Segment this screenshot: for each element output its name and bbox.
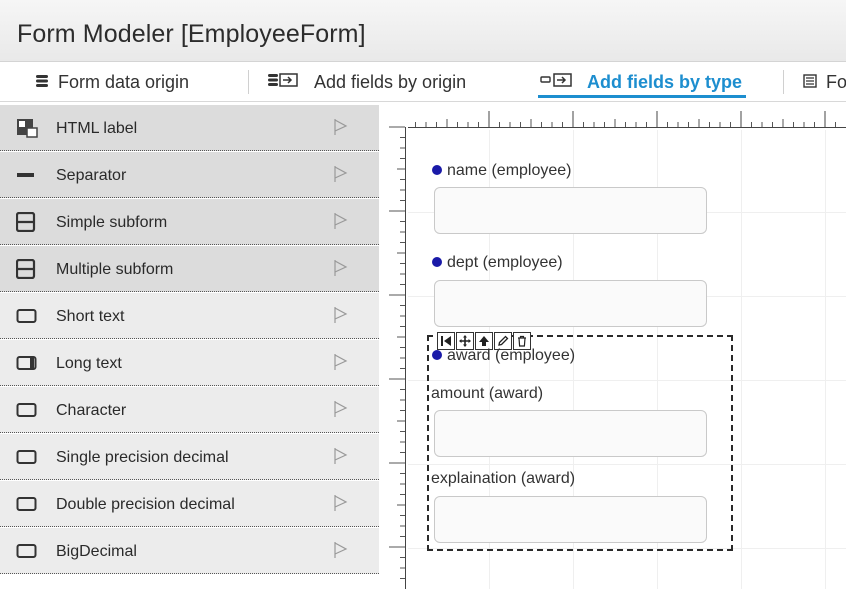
required-dot	[432, 165, 442, 175]
palette-item-short-text[interactable]: Short text	[0, 293, 379, 339]
horizontal-ruler-ticks	[404, 111, 846, 128]
title-bar: Form Modeler [EmployeeForm]	[0, 0, 846, 62]
field-label-text: dept (employee)	[447, 254, 563, 271]
tab-add-fields-by-origin[interactable]: Add fields by origin	[267, 62, 466, 102]
flag-icon	[333, 447, 349, 465]
textarea-icon	[16, 353, 38, 373]
explaination-field[interactable]	[434, 496, 707, 543]
palette-item-double-precision-decimal[interactable]: Double precision decimal	[0, 481, 379, 527]
database-add-icon	[267, 72, 305, 93]
field-label-text: award (employee)	[447, 347, 576, 364]
tab-label: Form data origin	[58, 71, 190, 92]
field-label-amount: amount (award)	[431, 385, 543, 403]
tab-add-fields-by-type[interactable]: Add fields by type	[537, 62, 747, 102]
palette-item-character[interactable]: Character	[0, 387, 379, 433]
flag-icon	[333, 259, 349, 277]
amount-field[interactable]	[434, 410, 707, 457]
flag-icon	[333, 212, 349, 230]
flag-icon	[333, 118, 349, 136]
tab-bar: Form data origin Add fields by origin Ad…	[0, 62, 846, 102]
flag-icon	[333, 353, 349, 371]
palette-item-html-label[interactable]: HTML label	[0, 105, 379, 151]
horizontal-ruler	[383, 105, 846, 130]
field-label-explaination: explaination (award)	[431, 470, 575, 488]
flag-icon	[333, 541, 349, 559]
textbox-icon	[16, 494, 38, 514]
palette-item-label: Separator	[56, 167, 127, 184]
vertical-ruler-ticks	[389, 126, 406, 589]
flag-icon	[333, 306, 349, 324]
field-label-text: amount (award)	[431, 385, 544, 402]
textbox-icon	[16, 400, 38, 420]
palette-item-multiple-subform[interactable]: Multiple subform	[0, 246, 379, 292]
palette-item-long-text[interactable]: Long text	[0, 340, 379, 386]
palette-item-label: Single precision decimal	[56, 449, 229, 466]
palette-item-label: Multiple subform	[56, 261, 174, 278]
required-dot	[432, 257, 442, 267]
palette-item-label: Double precision decimal	[56, 496, 235, 513]
field-label-text: explaination (award)	[431, 470, 576, 487]
field-label-text: name (employee)	[447, 162, 572, 179]
tab-form-data-origin[interactable]: Form data origin	[35, 62, 189, 102]
vertical-ruler	[383, 105, 408, 589]
palette-item-label: BigDecimal	[56, 543, 137, 560]
palette-item-single-precision-decimal[interactable]: Single precision decimal	[0, 434, 379, 480]
flag-icon	[333, 494, 349, 512]
palette-item-label: Character	[56, 402, 127, 419]
tab-label: Add fields by type	[587, 71, 743, 92]
palette-item-label: HTML label	[56, 120, 138, 137]
dept-field[interactable]	[434, 280, 707, 327]
form-properties-icon	[803, 72, 817, 93]
palette-item-label: Simple subform	[56, 214, 168, 231]
flag-icon	[333, 400, 349, 418]
tab-label: Fo	[826, 71, 846, 92]
tab-separator	[783, 70, 784, 94]
subform-icon	[15, 258, 38, 280]
html-label-icon	[16, 118, 38, 138]
name-field[interactable]	[434, 187, 707, 234]
input-add-icon	[540, 72, 578, 93]
tab-separator	[248, 70, 249, 94]
required-dot	[432, 350, 442, 360]
database-icon	[35, 72, 49, 93]
tab-form-properties[interactable]: Fo	[803, 62, 846, 102]
flag-icon	[333, 165, 349, 183]
form-canvas[interactable]: name (employee) dept (employee) award (e…	[383, 105, 846, 589]
palette-item-label: Short text	[56, 308, 125, 325]
textbox-icon	[16, 306, 38, 326]
window-title: Form Modeler [EmployeeForm]	[17, 20, 366, 48]
separator-icon	[16, 165, 38, 185]
subform-icon	[15, 211, 38, 233]
field-label-name: name (employee)	[432, 162, 572, 180]
field-label-award: award (employee)	[432, 347, 575, 365]
textbox-icon	[16, 541, 38, 561]
palette-item-separator[interactable]: Separator	[0, 152, 379, 198]
palette-item-label: Long text	[56, 355, 122, 372]
field-type-palette: HTML label Separator Simple subform Mult…	[0, 105, 381, 589]
tab-label: Add fields by origin	[314, 71, 467, 92]
field-label-dept: dept (employee)	[432, 254, 563, 272]
palette-item-bigdecimal[interactable]: BigDecimal	[0, 528, 379, 574]
palette-item-simple-subform[interactable]: Simple subform	[0, 199, 379, 245]
textbox-icon	[16, 447, 38, 467]
